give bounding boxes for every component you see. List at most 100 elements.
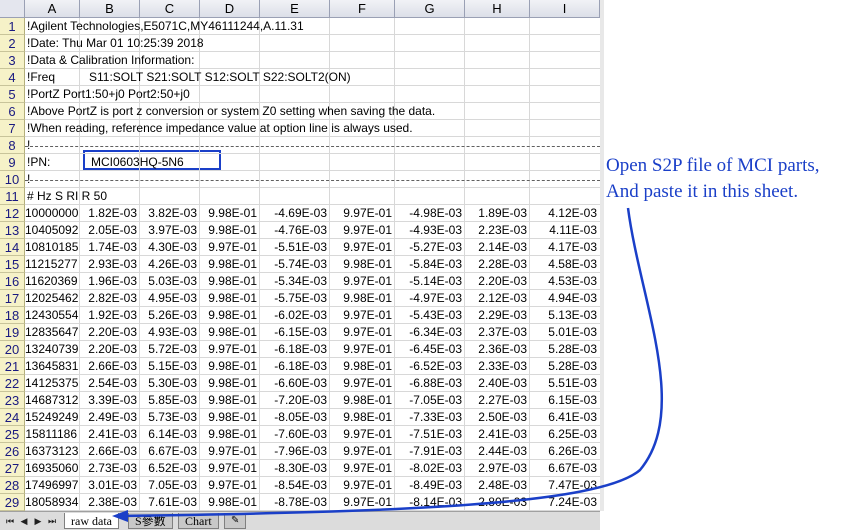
frequency-cell[interactable]: 11620369	[25, 273, 78, 290]
sparam-cell[interactable]: 4.94E-03	[530, 290, 597, 307]
sparam-cell[interactable]: 9.97E-01	[330, 460, 392, 477]
sparam-cell[interactable]: 6.15E-03	[530, 392, 597, 409]
sparam-cell[interactable]: 9.97E-01	[200, 443, 257, 460]
sparam-cell[interactable]: 2.40E-03	[465, 375, 527, 392]
sparam-cell[interactable]: 9.98E-01	[200, 358, 257, 375]
sparam-cell[interactable]: 9.98E-01	[330, 358, 392, 375]
frequency-cell[interactable]: 11215277	[25, 256, 78, 273]
sparam-cell[interactable]: 2.66E-03	[80, 358, 137, 375]
sparam-cell[interactable]: 6.41E-03	[530, 409, 597, 426]
column-header-d[interactable]: D	[200, 0, 260, 18]
sparam-cell[interactable]: 5.85E-03	[140, 392, 197, 409]
sparam-cell[interactable]: 9.98E-01	[330, 409, 392, 426]
sparam-cell[interactable]: 2.82E-03	[80, 290, 137, 307]
sparam-cell[interactable]: 5.01E-03	[530, 324, 597, 341]
sparam-cell[interactable]: 9.97E-01	[330, 205, 392, 222]
row-header-18[interactable]: 18	[0, 307, 25, 324]
sparam-cell[interactable]: 4.11E-03	[530, 222, 597, 239]
sparam-cell[interactable]: 2.38E-03	[80, 494, 137, 511]
frequency-cell[interactable]: 12025462	[25, 290, 78, 307]
sparam-cell[interactable]: 9.98E-01	[200, 222, 257, 239]
column-header-h[interactable]: H	[465, 0, 530, 18]
row-header-28[interactable]: 28	[0, 477, 25, 494]
sparam-cell[interactable]: 9.98E-01	[200, 205, 257, 222]
sparam-cell[interactable]: 9.98E-01	[200, 307, 257, 324]
sparam-cell[interactable]: 9.97E-01	[330, 341, 392, 358]
row-header-24[interactable]: 24	[0, 409, 25, 426]
row-header-29[interactable]: 29	[0, 494, 25, 511]
sparam-cell[interactable]: -7.51E-03	[395, 426, 462, 443]
sparam-cell[interactable]: -4.98E-03	[395, 205, 462, 222]
row-header-3[interactable]: 3	[0, 52, 25, 69]
sparam-cell[interactable]: -4.93E-03	[395, 222, 462, 239]
sparam-cell[interactable]: -5.51E-03	[260, 239, 327, 256]
sparam-cell[interactable]: 9.97E-01	[330, 494, 392, 511]
sparam-cell[interactable]: -7.20E-03	[260, 392, 327, 409]
sparam-cell[interactable]: 9.97E-01	[330, 375, 392, 392]
sparam-cell[interactable]: 1.82E-03	[80, 205, 137, 222]
sparam-cell[interactable]: -4.97E-03	[395, 290, 462, 307]
sparam-cell[interactable]: -6.15E-03	[260, 324, 327, 341]
sparam-cell[interactable]: 5.26E-03	[140, 307, 197, 324]
sparam-cell[interactable]: 5.28E-03	[530, 358, 597, 375]
sparam-cell[interactable]: 5.51E-03	[530, 375, 597, 392]
sparam-cell[interactable]: 2.54E-03	[80, 375, 137, 392]
sparam-cell[interactable]: -8.49E-03	[395, 477, 462, 494]
sparam-cell[interactable]: 9.97E-01	[200, 341, 257, 358]
sparam-cell[interactable]: 5.72E-03	[140, 341, 197, 358]
sparam-cell[interactable]: 2.44E-03	[465, 443, 527, 460]
sparam-cell[interactable]: 9.98E-01	[200, 324, 257, 341]
row-header-14[interactable]: 14	[0, 239, 25, 256]
sparam-cell[interactable]: 7.61E-03	[140, 494, 197, 511]
sparam-cell[interactable]: 2.73E-03	[80, 460, 137, 477]
sparam-cell[interactable]: 6.52E-03	[140, 460, 197, 477]
frequency-cell[interactable]: 14687312	[25, 392, 78, 409]
sparam-cell[interactable]: -7.05E-03	[395, 392, 462, 409]
sparam-cell[interactable]: 2.33E-03	[465, 358, 527, 375]
sparam-cell[interactable]: 9.97E-01	[330, 477, 392, 494]
sparam-cell[interactable]: 4.30E-03	[140, 239, 197, 256]
row-header-15[interactable]: 15	[0, 256, 25, 273]
tab-chart[interactable]: Chart	[178, 513, 219, 529]
row-header-5[interactable]: 5	[0, 86, 25, 103]
sparam-cell[interactable]: 5.73E-03	[140, 409, 197, 426]
sparam-cell[interactable]: 6.67E-03	[530, 460, 597, 477]
column-header-a[interactable]: A	[25, 0, 80, 18]
row-header-26[interactable]: 26	[0, 443, 25, 460]
sparam-cell[interactable]: 4.26E-03	[140, 256, 197, 273]
sparam-cell[interactable]: -8.14E-03	[395, 494, 462, 511]
cell-grid[interactable]: !Agilent Technologies,E5071C,MY46111244,…	[25, 18, 600, 511]
sparam-cell[interactable]: 9.97E-01	[330, 307, 392, 324]
frequency-cell[interactable]: 17496997	[25, 477, 78, 494]
sparam-cell[interactable]: -4.76E-03	[260, 222, 327, 239]
sparam-cell[interactable]: -5.34E-03	[260, 273, 327, 290]
sparam-cell[interactable]: -6.60E-03	[260, 375, 327, 392]
sparam-cell[interactable]: -7.33E-03	[395, 409, 462, 426]
sparam-cell[interactable]: -4.69E-03	[260, 205, 327, 222]
sparam-cell[interactable]: 9.98E-01	[200, 256, 257, 273]
row-header-17[interactable]: 17	[0, 290, 25, 307]
sparam-cell[interactable]: -5.84E-03	[395, 256, 462, 273]
pn-value[interactable]: MCI0603HQ-5N6	[91, 154, 184, 171]
sparam-cell[interactable]: 2.28E-03	[465, 256, 527, 273]
sparam-cell[interactable]: 4.93E-03	[140, 324, 197, 341]
sparam-cell[interactable]: -7.96E-03	[260, 443, 327, 460]
sparam-cell[interactable]: 9.98E-01	[200, 494, 257, 511]
vertical-scrollbar[interactable]	[600, 0, 604, 511]
frequency-cell[interactable]: 10405092	[25, 222, 78, 239]
sparam-cell[interactable]: -6.02E-03	[260, 307, 327, 324]
sparam-cell[interactable]: 2.12E-03	[465, 290, 527, 307]
sparam-cell[interactable]: 2.49E-03	[80, 409, 137, 426]
sparam-cell[interactable]: -6.18E-03	[260, 358, 327, 375]
frequency-cell[interactable]: 14125375	[25, 375, 78, 392]
sparam-cell[interactable]: 3.01E-03	[80, 477, 137, 494]
sparam-cell[interactable]: 9.97E-01	[200, 460, 257, 477]
frequency-cell[interactable]: 13645831	[25, 358, 78, 375]
sparam-cell[interactable]: 1.74E-03	[80, 239, 137, 256]
sparam-cell[interactable]: 5.15E-03	[140, 358, 197, 375]
sparam-cell[interactable]: 1.92E-03	[80, 307, 137, 324]
sparam-cell[interactable]: 2.23E-03	[465, 222, 527, 239]
first-sheet-icon[interactable]: ⏮	[4, 515, 16, 527]
column-header-g[interactable]: G	[395, 0, 465, 18]
sparam-cell[interactable]: 2.41E-03	[465, 426, 527, 443]
